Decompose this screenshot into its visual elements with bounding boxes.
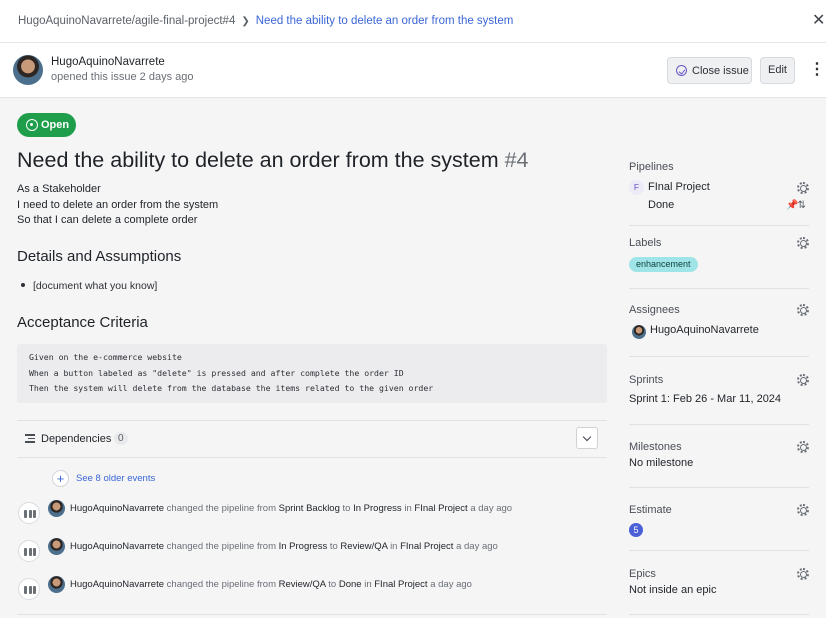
chevron-down-icon[interactable] <box>576 427 598 449</box>
divider <box>629 424 809 425</box>
close-icon[interactable]: ✕ <box>812 12 826 30</box>
gear-icon[interactable] <box>797 504 809 516</box>
pin-move-icon[interactable]: 📌⇅ <box>786 200 806 211</box>
assignees-heading: Assignees <box>629 304 680 316</box>
comment-box-edge <box>17 614 607 618</box>
labels-heading: Labels <box>629 237 662 249</box>
gear-icon[interactable] <box>797 304 809 316</box>
status-badge: Open <box>17 113 76 137</box>
code-line: Given on the e-commerce website <box>29 352 182 362</box>
breadcrumb-current[interactable]: Need the ability to delete an order from… <box>256 15 514 27</box>
estimate-section: Estimate 5 <box>629 504 809 544</box>
estimate-heading: Estimate <box>629 504 672 516</box>
pipeline-icon <box>18 502 40 524</box>
list-item: [document what you know] <box>21 280 157 292</box>
dependencies-count: 0 <box>114 432 128 445</box>
avatar[interactable] <box>48 576 65 593</box>
story-line: I need to delete an order from the syste… <box>17 198 219 211</box>
code-line: When a button labeled as "delete" is pre… <box>29 367 404 378</box>
opened-subtitle: opened this issue 2 days ago <box>51 71 194 83</box>
divider <box>629 356 809 357</box>
author-name[interactable]: HugoAquinoNavarrete <box>51 56 165 68</box>
pipeline-icon <box>18 578 40 600</box>
dependencies-panel[interactable]: Dependencies 0 <box>17 420 607 458</box>
issue-open-icon <box>26 119 38 131</box>
check-circle-icon <box>676 65 687 76</box>
issue-title-text: Need the ability to delete an order from… <box>17 148 499 172</box>
gear-icon[interactable] <box>797 441 809 453</box>
criteria-code-block: Given on the e-commerce website When a b… <box>17 344 607 403</box>
divider <box>629 614 809 615</box>
divider <box>629 487 809 488</box>
sprints-heading: Sprints <box>629 374 664 386</box>
milestones-heading: Milestones <box>629 441 682 453</box>
breadcrumb-repo-link[interactable]: HugoAquinoNavarrete/agile-final-project#… <box>18 15 235 27</box>
sprint-value[interactable]: Sprint 1: Feb 26 - Mar 11, 2024 <box>629 393 809 405</box>
avatar[interactable] <box>13 55 43 85</box>
epic-value[interactable]: Not inside an epic <box>629 584 809 596</box>
assignees-section: Assignees HugoAquinoNavarrete <box>629 304 809 344</box>
user-story: As a Stakeholder I need to delete an ord… <box>17 182 218 229</box>
pipeline-icon <box>18 540 40 562</box>
divider <box>629 225 809 226</box>
edit-button[interactable]: Edit <box>760 57 795 84</box>
status-label: Open <box>41 119 70 131</box>
epics-heading: Epics <box>629 568 656 580</box>
story-line: So that I can delete a complete order <box>17 214 198 226</box>
gear-icon[interactable] <box>797 568 809 580</box>
timeline-event: HugoAquinoNavarrete changed the pipeline… <box>17 538 607 562</box>
see-older-events-link[interactable]: See 8 older events <box>76 473 155 484</box>
issue-number: #4 <box>504 148 529 172</box>
label-chip[interactable]: enhancement <box>629 257 698 272</box>
gear-icon[interactable] <box>797 374 809 386</box>
milestones-section: Milestones No milestone <box>629 441 809 481</box>
list-item-text: [document what you know] <box>33 280 158 292</box>
divider <box>629 288 809 289</box>
estimate-badge[interactable]: 5 <box>629 523 643 537</box>
avatar[interactable] <box>632 325 646 339</box>
close-issue-button[interactable]: Close issue <box>667 57 752 84</box>
pipeline-status[interactable]: Done <box>648 199 674 211</box>
timeline-event: HugoAquinoNavarrete changed the pipeline… <box>17 576 607 600</box>
issue-title: Need the ability to delete an order from… <box>17 148 529 173</box>
workspace-initial: F <box>629 180 644 195</box>
avatar[interactable] <box>48 500 65 517</box>
chevron-right-icon: ❯ <box>241 16 250 27</box>
avatar[interactable] <box>48 538 65 555</box>
pipelines-heading: Pipelines <box>629 161 674 173</box>
code-line: Then the system will delete from the dat… <box>29 383 434 393</box>
timeline-event: HugoAquinoNavarrete changed the pipeline… <box>17 500 607 524</box>
pipelines-section: Pipelines F FInal Project Done 📌⇅ <box>629 161 809 221</box>
gear-icon[interactable] <box>797 182 809 194</box>
event-text: HugoAquinoNavarrete changed the pipeline… <box>70 541 498 552</box>
close-issue-label: Close issue <box>692 65 749 77</box>
labels-section: Labels enhancement <box>629 237 809 277</box>
epics-section: Epics Not inside an epic <box>629 568 809 604</box>
dependencies-label: Dependencies <box>41 433 112 445</box>
divider <box>629 550 809 551</box>
milestone-value[interactable]: No milestone <box>629 457 809 469</box>
sprints-section: Sprints Sprint 1: Feb 26 - Mar 11, 2024 <box>629 374 809 414</box>
pipeline-workspace[interactable]: FInal Project <box>648 181 710 193</box>
breadcrumb: HugoAquinoNavarrete/agile-final-project#… <box>18 15 513 27</box>
plus-icon[interactable]: + <box>52 470 69 487</box>
event-text: HugoAquinoNavarrete changed the pipeline… <box>70 503 513 514</box>
details-heading: Details and Assumptions <box>17 248 182 265</box>
event-text: HugoAquinoNavarrete changed the pipeline… <box>70 579 472 590</box>
story-line: As a Stakeholder <box>17 183 101 195</box>
bullet-icon <box>21 283 25 288</box>
top-bar: HugoAquinoNavarrete/agile-final-project#… <box>0 0 826 43</box>
more-options-icon[interactable]: ⋮ <box>809 60 825 80</box>
dependencies-icon <box>25 434 35 443</box>
criteria-heading: Acceptance Criteria <box>17 314 148 331</box>
issue-header: HugoAquinoNavarrete opened this issue 2 … <box>0 43 826 98</box>
gear-icon[interactable] <box>797 237 809 249</box>
assignee-name[interactable]: HugoAquinoNavarrete <box>650 324 759 336</box>
